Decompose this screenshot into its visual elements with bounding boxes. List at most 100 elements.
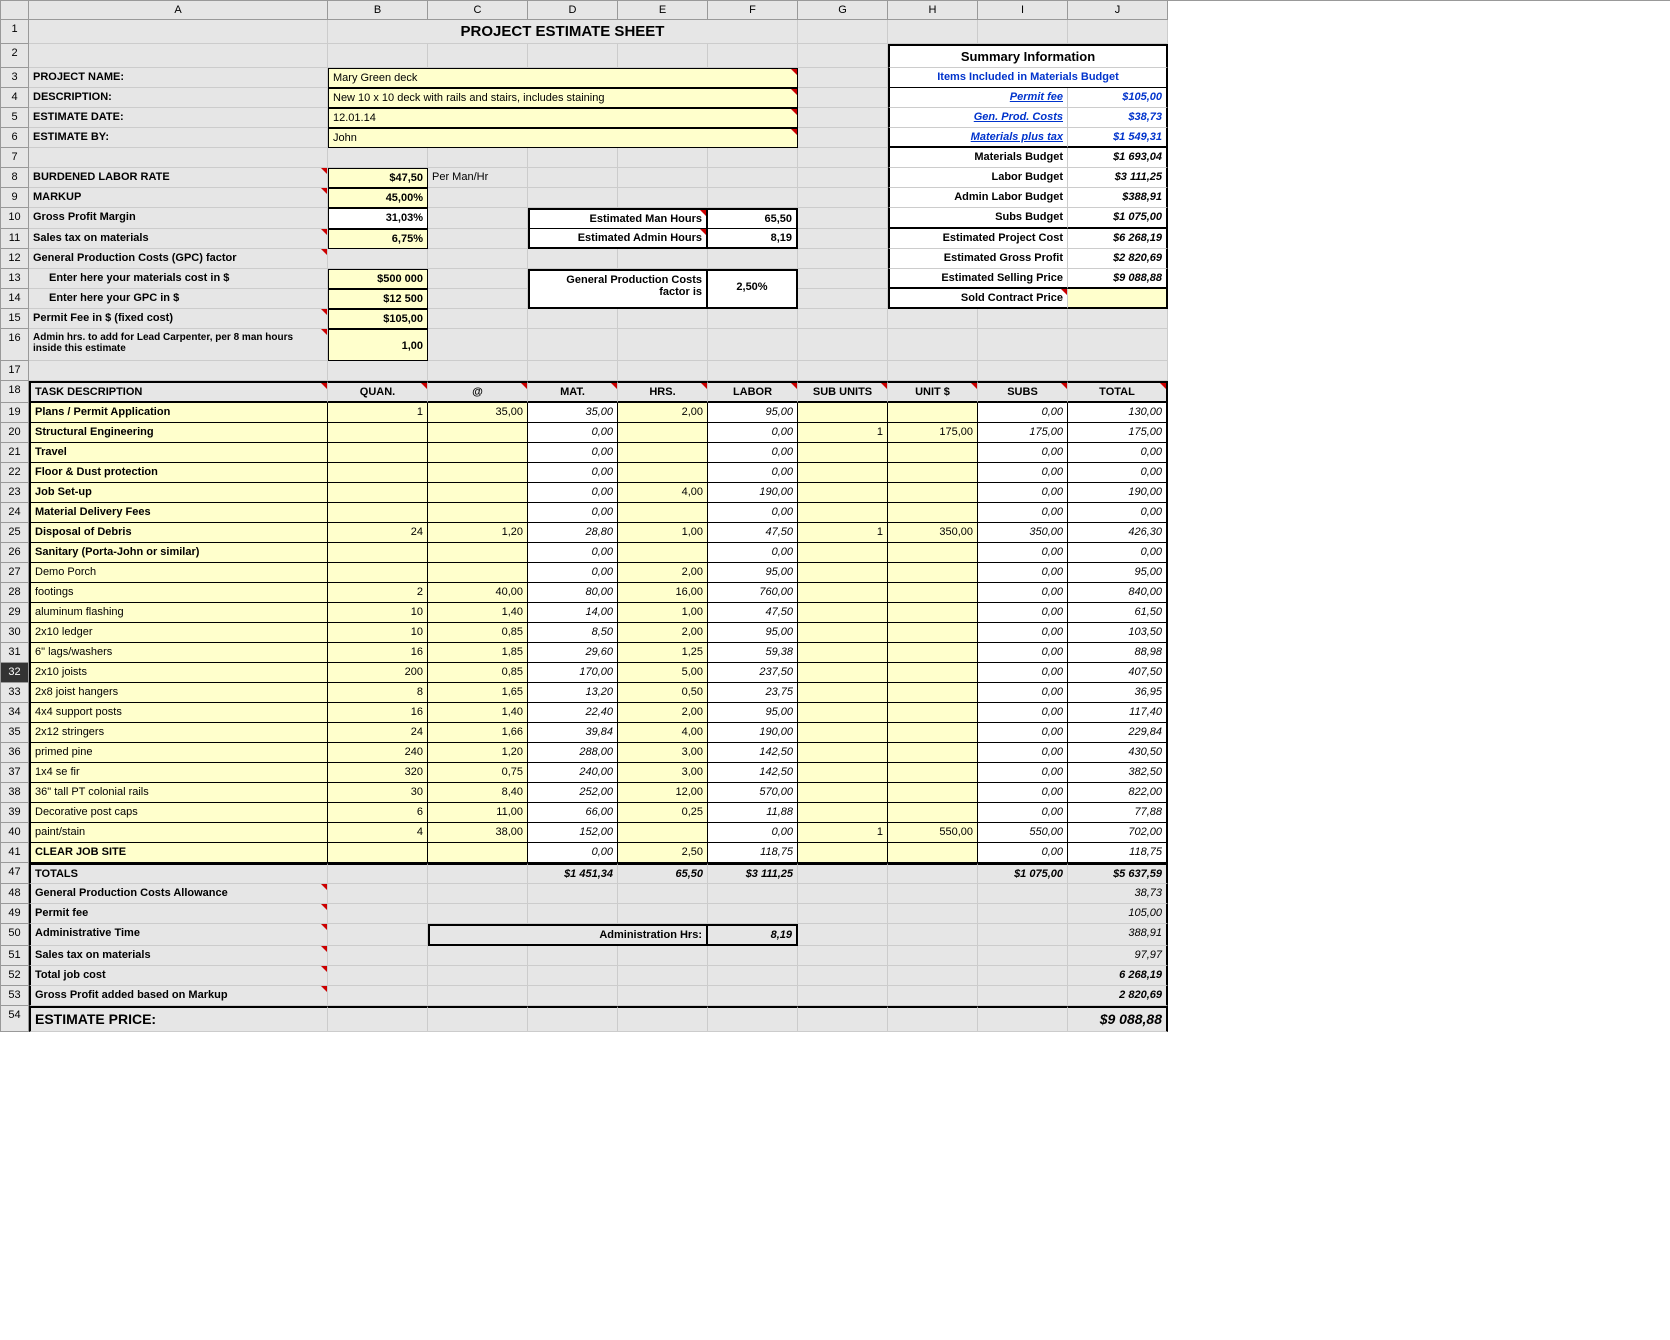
- table-cell[interactable]: 1,25: [618, 643, 708, 663]
- row-header[interactable]: 17: [1, 361, 29, 381]
- table-cell[interactable]: [428, 563, 528, 583]
- row-header[interactable]: 36: [1, 743, 29, 763]
- table-cell[interactable]: [428, 423, 528, 443]
- table-cell[interactable]: 3,00: [618, 743, 708, 763]
- est-by-input[interactable]: John: [328, 128, 798, 148]
- row-header[interactable]: 50: [1, 924, 29, 946]
- task-desc[interactable]: Disposal of Debris: [29, 523, 328, 543]
- table-cell[interactable]: [888, 503, 978, 523]
- table-cell[interactable]: [798, 503, 888, 523]
- task-desc[interactable]: Structural Engineering: [29, 423, 328, 443]
- table-cell[interactable]: [328, 423, 428, 443]
- summary-label[interactable]: Permit fee: [888, 88, 1068, 108]
- table-cell[interactable]: 10: [328, 623, 428, 643]
- task-desc[interactable]: Decorative post caps: [29, 803, 328, 823]
- table-cell[interactable]: 1,66: [428, 723, 528, 743]
- table-cell[interactable]: [798, 563, 888, 583]
- table-cell[interactable]: [618, 443, 708, 463]
- table-cell[interactable]: 6: [328, 803, 428, 823]
- table-cell[interactable]: [888, 723, 978, 743]
- table-cell[interactable]: 175,00: [888, 423, 978, 443]
- row-header[interactable]: 21: [1, 443, 29, 463]
- table-cell[interactable]: [888, 783, 978, 803]
- row-header[interactable]: 32: [1, 663, 29, 683]
- markup-input[interactable]: 45,00%: [328, 188, 428, 208]
- table-cell[interactable]: [888, 743, 978, 763]
- row-header[interactable]: 13: [1, 269, 29, 289]
- col-header[interactable]: H: [888, 1, 978, 20]
- table-cell[interactable]: [798, 783, 888, 803]
- table-cell[interactable]: 3,00: [618, 763, 708, 783]
- table-cell[interactable]: [328, 503, 428, 523]
- task-desc[interactable]: aluminum flashing: [29, 603, 328, 623]
- row-header[interactable]: 53: [1, 986, 29, 1006]
- admin-hrs-input[interactable]: 1,00: [328, 329, 428, 361]
- table-cell[interactable]: [798, 623, 888, 643]
- row-header[interactable]: 15: [1, 309, 29, 329]
- table-cell[interactable]: 8,40: [428, 783, 528, 803]
- col-header[interactable]: J: [1068, 1, 1168, 20]
- table-cell[interactable]: 2,50: [618, 843, 708, 863]
- table-cell[interactable]: 1,65: [428, 683, 528, 703]
- table-cell[interactable]: 2: [328, 583, 428, 603]
- row-header[interactable]: 8: [1, 168, 29, 188]
- row-header[interactable]: 41: [1, 843, 29, 863]
- row-header[interactable]: 34: [1, 703, 29, 723]
- table-cell[interactable]: 0,50: [618, 683, 708, 703]
- row-header[interactable]: 48: [1, 884, 29, 904]
- table-cell[interactable]: 0,75: [428, 763, 528, 783]
- table-cell[interactable]: [798, 483, 888, 503]
- table-cell[interactable]: [428, 463, 528, 483]
- col-header[interactable]: D: [528, 1, 618, 20]
- table-cell[interactable]: [798, 603, 888, 623]
- task-desc[interactable]: 2x8 joist hangers: [29, 683, 328, 703]
- task-desc[interactable]: Demo Porch: [29, 563, 328, 583]
- table-cell[interactable]: 12,00: [618, 783, 708, 803]
- table-cell[interactable]: [798, 763, 888, 783]
- row-header[interactable]: 23: [1, 483, 29, 503]
- table-cell[interactable]: 320: [328, 763, 428, 783]
- row-header[interactable]: 9: [1, 188, 29, 208]
- col-header[interactable]: [1, 1, 29, 20]
- table-cell[interactable]: 24: [328, 523, 428, 543]
- table-cell[interactable]: [798, 543, 888, 563]
- table-cell[interactable]: 350,00: [888, 523, 978, 543]
- table-cell[interactable]: [328, 463, 428, 483]
- table-cell[interactable]: 4,00: [618, 483, 708, 503]
- table-cell[interactable]: [888, 623, 978, 643]
- table-cell[interactable]: 24: [328, 723, 428, 743]
- table-cell[interactable]: [888, 683, 978, 703]
- task-desc[interactable]: CLEAR JOB SITE: [29, 843, 328, 863]
- task-desc[interactable]: Job Set-up: [29, 483, 328, 503]
- table-cell[interactable]: [328, 543, 428, 563]
- table-cell[interactable]: [328, 443, 428, 463]
- table-cell[interactable]: [888, 843, 978, 863]
- table-cell[interactable]: [888, 483, 978, 503]
- table-cell[interactable]: 2,00: [618, 703, 708, 723]
- table-cell[interactable]: 1: [328, 403, 428, 423]
- table-cell[interactable]: 11,00: [428, 803, 528, 823]
- table-cell[interactable]: [888, 543, 978, 563]
- row-header[interactable]: 47: [1, 863, 29, 884]
- table-cell[interactable]: 35,00: [428, 403, 528, 423]
- row-header[interactable]: 39: [1, 803, 29, 823]
- table-cell[interactable]: [428, 543, 528, 563]
- table-cell[interactable]: 16: [328, 703, 428, 723]
- table-cell[interactable]: [888, 643, 978, 663]
- task-desc[interactable]: Sanitary (Porta-John or similar): [29, 543, 328, 563]
- table-cell[interactable]: [798, 683, 888, 703]
- table-cell[interactable]: 1,20: [428, 523, 528, 543]
- col-header[interactable]: E: [618, 1, 708, 20]
- table-cell[interactable]: [888, 443, 978, 463]
- gpc-mat-input[interactable]: $500 000: [328, 269, 428, 289]
- table-cell[interactable]: [328, 563, 428, 583]
- col-header[interactable]: C: [428, 1, 528, 20]
- table-cell[interactable]: 16,00: [618, 583, 708, 603]
- row-header[interactable]: 16: [1, 329, 29, 361]
- row-header[interactable]: 37: [1, 763, 29, 783]
- row-header[interactable]: 29: [1, 603, 29, 623]
- est-date-input[interactable]: 12.01.14: [328, 108, 798, 128]
- table-cell[interactable]: 1: [798, 523, 888, 543]
- table-cell[interactable]: 1: [798, 823, 888, 843]
- table-cell[interactable]: 2,00: [618, 403, 708, 423]
